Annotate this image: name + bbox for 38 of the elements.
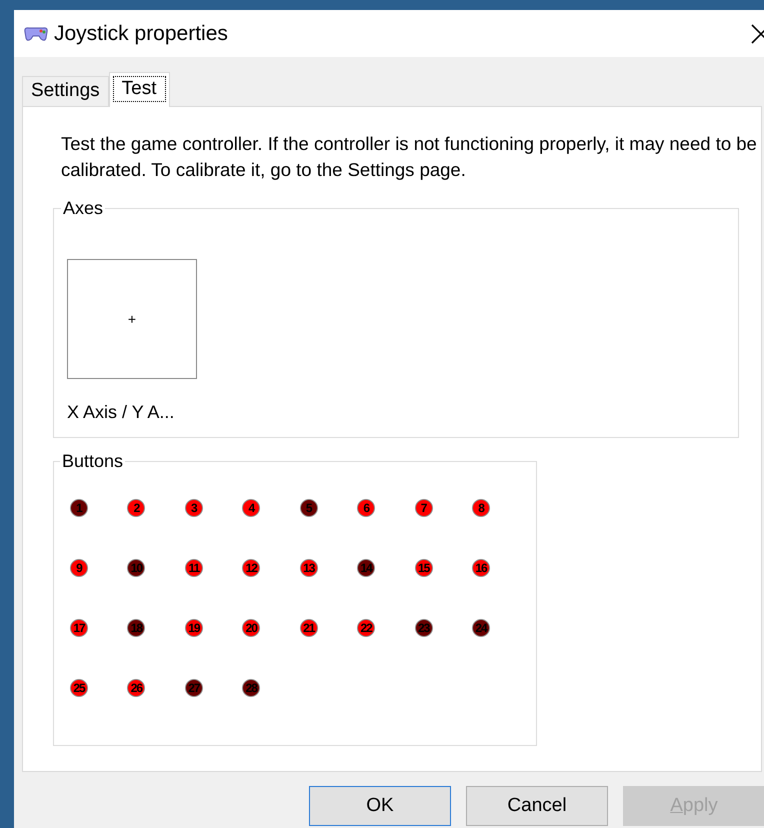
group-title: Axes: [62, 197, 104, 220]
button-indicator: 21: [300, 619, 318, 637]
button-indicator: 25: [70, 679, 88, 697]
group-title: Buttons: [61, 450, 124, 473]
button-indicator: 4: [242, 499, 260, 517]
dialog-button[interactable]: OK: [309, 786, 451, 826]
button-indicator: 16: [472, 559, 490, 577]
button-indicator: 22: [357, 619, 376, 637]
button-indicator: 8: [472, 499, 490, 517]
button-indicator: 14: [357, 559, 376, 577]
button-indicator: 5: [300, 499, 318, 517]
window-title: Joystick properties: [54, 20, 228, 47]
button-indicator: 2: [127, 499, 146, 517]
button-indicator: 13: [300, 559, 318, 577]
tab[interactable]: Test: [108, 72, 170, 107]
crosshair: +: [128, 312, 136, 326]
button-indicator: 26: [127, 679, 146, 697]
button-indicator: 28: [242, 679, 260, 697]
axis-label: X Axis / Y A...: [67, 401, 176, 424]
button-indicator: 27: [184, 679, 203, 697]
button-indicator: 23: [414, 619, 433, 637]
button-indicator: 10: [127, 559, 146, 577]
button-indicator: 19: [184, 619, 203, 637]
button-indicator: 6: [357, 499, 376, 517]
button-indicator: 15: [414, 559, 433, 577]
button-indicator: 3: [184, 499, 203, 517]
button-indicator: 9: [70, 559, 88, 577]
button-indicator: 7: [414, 499, 433, 517]
dialog-button[interactable]: Cancel: [466, 786, 608, 826]
button-indicator: 1: [70, 499, 88, 517]
button-indicator: 11: [184, 559, 203, 577]
tab[interactable]: Settings: [22, 76, 109, 106]
button-indicator: 20: [242, 619, 260, 637]
description-text: Test the game controller. If the controller is not functioning properly, it may need to be calibrated. To calibrate it, go to the Settings page.: [61, 132, 758, 182]
button-indicator: 18: [127, 619, 146, 637]
button-indicator: 24: [472, 619, 490, 637]
button-indicator: 12: [242, 559, 260, 577]
button-indicator: 17: [70, 619, 88, 637]
